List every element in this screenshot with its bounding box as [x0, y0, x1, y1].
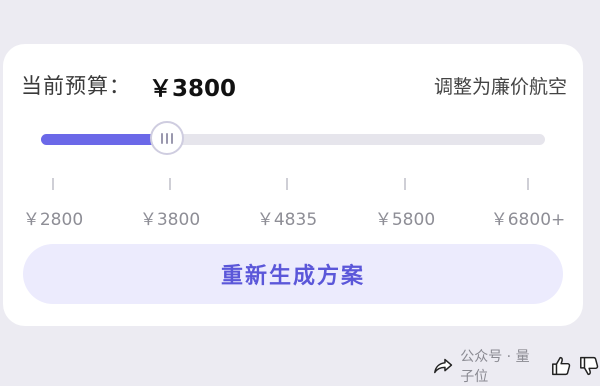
budget-slider-thumb[interactable] [150, 121, 184, 155]
budget-slider-track[interactable] [41, 134, 545, 145]
budget-card: 当前预算： ￥3800 调整为廉价航空 ￥2800 ￥3800 ￥4835 ￥5800… [3, 44, 583, 326]
slider-tick-label: ￥5800 [374, 210, 436, 230]
slider-tick [527, 178, 529, 190]
grip-line [171, 132, 173, 144]
thumbs-down-icon[interactable] [578, 353, 600, 379]
adjust-cheap-airline-link[interactable]: 调整为廉价航空 [434, 72, 567, 99]
slider-tick [404, 178, 406, 190]
slider-tick-label: ￥6800+ [490, 210, 566, 230]
budget-value: ￥3800 [149, 76, 237, 102]
slider-tick-label: ￥4835 [256, 210, 318, 230]
watermark: 公众号 · 量子位 [432, 346, 600, 386]
grip-line [166, 132, 168, 144]
slider-tick-label: ￥2800 [22, 210, 84, 230]
slider-tick-label: ￥3800 [139, 210, 201, 230]
budget-label: 当前预算： [21, 74, 131, 98]
regenerate-plan-button[interactable]: 重新生成方案 [23, 244, 563, 304]
thumbs-up-icon[interactable] [550, 353, 572, 379]
slider-tick [169, 178, 171, 190]
share-icon[interactable] [432, 353, 454, 379]
watermark-text: 公众号 · 量子位 [460, 349, 530, 385]
slider-tick [52, 178, 54, 190]
grip-line [161, 132, 163, 144]
budget-slider-fill [41, 134, 167, 145]
slider-tick [286, 178, 288, 190]
